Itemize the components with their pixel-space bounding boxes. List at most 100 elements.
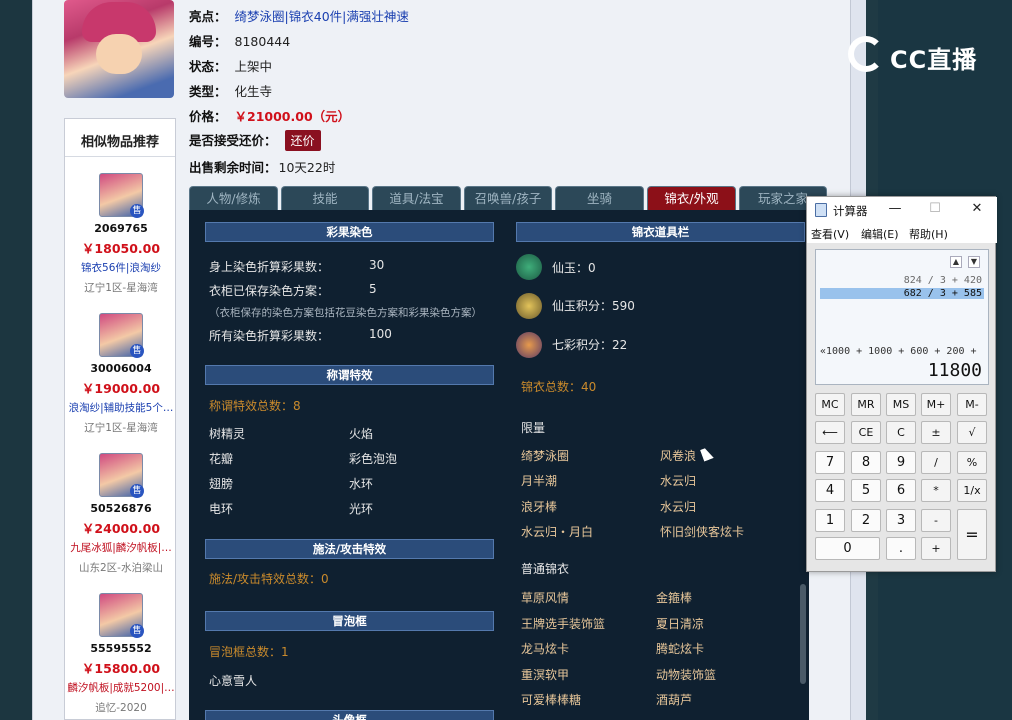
similar-item-tags[interactable]: 浪淘纱|辅助技能5个… bbox=[65, 400, 177, 415]
avatar-frame-header: 头像框 bbox=[205, 710, 494, 720]
id-label: 编号： bbox=[189, 34, 227, 49]
calc-key-m+[interactable]: M+ bbox=[921, 393, 951, 416]
similar-item-tags[interactable]: 锦衣56件|浪淘纱 bbox=[65, 260, 177, 275]
normal-item: 草原风情 bbox=[521, 591, 570, 605]
haggle-button[interactable]: 还价 bbox=[284, 130, 321, 151]
limited-item: 月半潮 bbox=[521, 474, 558, 488]
limited-item: 水云归 bbox=[660, 500, 697, 514]
calc-key-8[interactable]: 8 bbox=[851, 451, 881, 474]
highlight-link[interactable]: 满强壮神速 bbox=[346, 9, 409, 24]
status-row: 状态： 上架中 bbox=[189, 56, 272, 75]
maximize-icon[interactable]: ☐ bbox=[925, 201, 945, 216]
menu-help[interactable]: 帮助(H) bbox=[909, 226, 948, 242]
calc-key-decimal[interactable]: . bbox=[886, 537, 916, 560]
similar-item[interactable]: 售 55595552 ￥15800.00 麟汐帆板|成就5200|… 追忆-20… bbox=[65, 593, 177, 715]
calc-key-c[interactable]: C bbox=[886, 421, 916, 444]
wardrobe-total: 锦衣总数：40 bbox=[521, 380, 597, 394]
limited-item: 怀旧剑侠客炫卡 bbox=[660, 525, 745, 539]
dye-label: 身上染色折算彩果数： bbox=[209, 260, 330, 274]
limited-item: 水云归 bbox=[660, 474, 697, 488]
similar-item[interactable]: 售 2069765 ￥18050.00 锦衣56件|浪淘纱 辽宁1区-星海湾 bbox=[65, 173, 177, 295]
similar-item-tags[interactable]: 麟汐帆板|成就5200|… bbox=[65, 680, 177, 695]
menu-view[interactable]: 查看(V) bbox=[811, 226, 849, 242]
calc-key-m-[interactable]: M- bbox=[957, 393, 987, 416]
calc-key-ms[interactable]: MS bbox=[886, 393, 916, 416]
minimize-icon[interactable]: — bbox=[885, 201, 905, 216]
calc-key-add[interactable]: + bbox=[921, 537, 951, 560]
similar-item-id: 50526876 bbox=[90, 502, 152, 515]
xianyu-points-icon bbox=[516, 293, 542, 319]
calc-key-1[interactable]: 1 bbox=[815, 509, 845, 532]
calc-key-sqrt[interactable]: √ bbox=[957, 421, 987, 444]
highlight-link[interactable]: 锦衣40件 bbox=[289, 9, 342, 24]
calc-key-2[interactable]: 2 bbox=[851, 509, 881, 532]
limited-title: 限量 bbox=[521, 421, 546, 435]
calc-key-subtract[interactable]: - bbox=[921, 509, 951, 532]
cc-logo-icon bbox=[848, 36, 884, 72]
calc-key-ce[interactable]: CE bbox=[851, 421, 881, 444]
history-down-icon[interactable]: ▼ bbox=[968, 256, 980, 268]
tab-mounts[interactable]: 坐骑 bbox=[555, 186, 644, 210]
sale-badge: 售 bbox=[130, 204, 144, 218]
close-icon[interactable]: ✕ bbox=[967, 201, 987, 216]
similar-item-thumbnail[interactable]: 售 bbox=[99, 173, 144, 218]
similar-item-price: ￥24000.00 bbox=[81, 521, 161, 536]
title-fx-total: 称谓特效总数：8 bbox=[209, 399, 301, 413]
similar-item-id: 30006004 bbox=[90, 362, 152, 375]
calc-key-mc[interactable]: MC bbox=[815, 393, 845, 416]
similar-item-thumbnail[interactable]: 售 bbox=[99, 313, 144, 358]
dye-note: （衣柜保存的染色方案包括花豆染色方案和彩果染色方案） bbox=[209, 307, 482, 319]
calculator-result: 11800 bbox=[927, 360, 982, 381]
similar-item-thumbnail[interactable]: 售 bbox=[99, 453, 144, 498]
similar-item[interactable]: 售 30006004 ￥19000.00 浪淘纱|辅助技能5个… 辽宁1区-星海… bbox=[65, 313, 177, 435]
menu-edit[interactable]: 编辑(E) bbox=[861, 226, 899, 242]
title-fx-item: 水环 bbox=[349, 477, 374, 491]
calculator-titlebar[interactable]: 计算器 — ☐ ✕ bbox=[807, 197, 997, 223]
calc-key-9[interactable]: 9 bbox=[886, 451, 916, 474]
limited-item: 绮梦泳圈 bbox=[521, 449, 570, 463]
calc-key-0[interactable]: 0 bbox=[815, 537, 880, 560]
calc-key-6[interactable]: 6 bbox=[886, 479, 916, 502]
history-entry[interactable]: 824 / 3 + 420 bbox=[904, 275, 982, 286]
calc-key-divide[interactable]: / bbox=[921, 451, 951, 474]
normal-item: 腾蛇炫卡 bbox=[656, 642, 705, 656]
similar-item-tags[interactable]: 九尾冰狐|麟汐帆板|… bbox=[65, 540, 177, 555]
type-row: 类型： 化生寺 bbox=[189, 81, 272, 100]
sale-badge: 售 bbox=[130, 344, 144, 358]
similar-item-thumbnail[interactable]: 售 bbox=[99, 593, 144, 638]
remaining-label: 出售剩余时间： bbox=[189, 160, 277, 175]
similar-item-price: ￥19000.00 bbox=[81, 381, 161, 396]
calc-key-1/x[interactable]: 1/x bbox=[957, 479, 987, 502]
tab-skills[interactable]: 技能 bbox=[281, 186, 369, 210]
calc-key-backspace[interactable]: ⟵ bbox=[815, 421, 845, 444]
calc-key-5[interactable]: 5 bbox=[851, 479, 881, 502]
tab-summons[interactable]: 召唤兽/孩子 bbox=[464, 186, 552, 210]
calc-key-4[interactable]: 4 bbox=[815, 479, 845, 502]
panel-scrollbar[interactable] bbox=[800, 584, 806, 684]
history-entry-selected[interactable]: 682 / 3 + 585 bbox=[820, 288, 984, 299]
calc-key-mr[interactable]: MR bbox=[851, 393, 881, 416]
title-fx-item: 翅膀 bbox=[209, 477, 234, 491]
calc-key-percent[interactable]: % bbox=[957, 451, 987, 474]
calc-key-7[interactable]: 7 bbox=[815, 451, 845, 474]
similar-item-id: 2069765 bbox=[94, 222, 148, 235]
sale-badge: 售 bbox=[130, 624, 144, 638]
category-tabs: 人物/修炼 技能 道具/法宝 召唤兽/孩子 坐骑 锦衣/外观 玩家之家 bbox=[189, 186, 829, 210]
calc-key-equals[interactable]: = bbox=[957, 509, 987, 560]
history-up-icon[interactable]: ▲ bbox=[950, 256, 962, 268]
calc-key-negate[interactable]: ± bbox=[921, 421, 951, 444]
highlight-link[interactable]: 绮梦泳圈 bbox=[235, 9, 285, 24]
tab-items[interactable]: 道具/法宝 bbox=[372, 186, 461, 210]
similar-items-panel: 相似物品推荐 售 2069765 ￥18050.00 锦衣56件|浪淘纱 辽宁1… bbox=[64, 118, 176, 720]
similar-item[interactable]: 售 50526876 ￥24000.00 九尾冰狐|麟汐帆板|… 山东2区-水泊… bbox=[65, 453, 177, 575]
calc-key-3[interactable]: 3 bbox=[886, 509, 916, 532]
similar-item-id: 55595552 bbox=[90, 642, 152, 655]
tab-wardrobe[interactable]: 锦衣/外观 bbox=[647, 186, 736, 210]
calculator-window: 计算器 — ☐ ✕ 查看(V) 编辑(E) 帮助(H) ▲ ▼ 824 / 3 … bbox=[806, 196, 997, 572]
tab-character[interactable]: 人物/修炼 bbox=[189, 186, 278, 210]
calc-key-multiply[interactable]: * bbox=[921, 479, 951, 502]
similar-item-server: 山东2区-水泊梁山 bbox=[79, 562, 163, 574]
left-background bbox=[0, 0, 32, 720]
bubble-item: 心意雪人 bbox=[209, 674, 258, 688]
dye-value: 100 bbox=[369, 327, 392, 341]
